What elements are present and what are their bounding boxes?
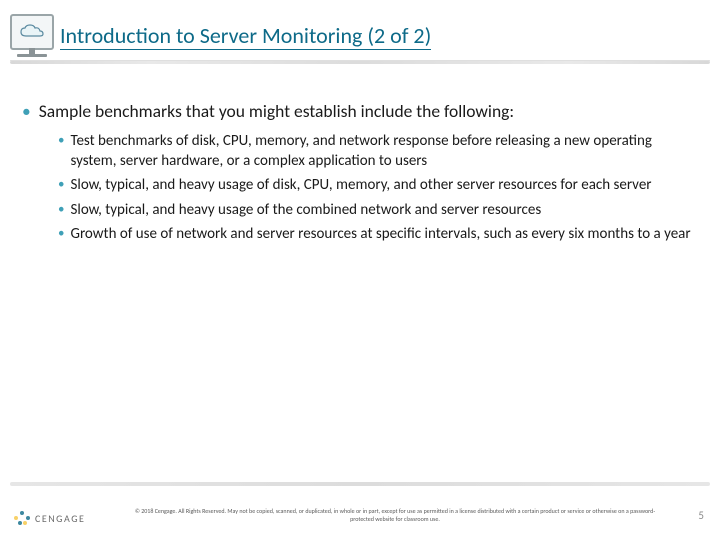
sub-bullet-list: • Test benchmarks of disk, CPU, memory, …	[22, 131, 698, 244]
list-item-text: Slow, typical, and heavy usage of the co…	[70, 200, 698, 220]
slide-header: Introduction to Server Monitoring (2 of …	[0, 0, 720, 50]
slide-body: • Sample benchmarks that you might estab…	[0, 64, 720, 244]
lead-bullet: • Sample benchmarks that you might estab…	[22, 100, 698, 123]
slide: Introduction to Server Monitoring (2 of …	[0, 0, 720, 540]
list-item-text: Test benchmarks of disk, CPU, memory, an…	[70, 131, 698, 172]
page-number: 5	[698, 509, 704, 522]
bullet-icon: •	[58, 131, 64, 151]
slide-footer: CENGAGE © 2018 Cengage. All Rights Reser…	[0, 482, 720, 540]
footer-divider	[10, 482, 710, 486]
brand-name: CENGAGE	[35, 512, 85, 525]
bullet-icon: •	[58, 224, 64, 244]
bullet-icon: •	[22, 100, 31, 123]
list-item: • Growth of use of network and server re…	[58, 224, 698, 244]
list-item-text: Slow, typical, and heavy usage of disk, …	[70, 175, 698, 195]
list-item: • Slow, typical, and heavy usage of the …	[58, 200, 698, 220]
brand-logo: CENGAGE	[14, 510, 85, 526]
cloud-monitor-icon	[10, 14, 54, 50]
bullet-icon: •	[58, 200, 64, 220]
lead-text: Sample benchmarks that you might establi…	[39, 100, 514, 122]
copyright-text: © 2018 Cengage. All Rights Reserved. May…	[130, 508, 660, 524]
bullet-icon: •	[58, 175, 64, 195]
slide-title: Introduction to Server Monitoring (2 of …	[60, 25, 431, 50]
list-item-text: Growth of use of network and server reso…	[70, 224, 698, 244]
burst-icon	[14, 510, 30, 526]
list-item: • Slow, typical, and heavy usage of disk…	[58, 175, 698, 195]
list-item: • Test benchmarks of disk, CPU, memory, …	[58, 131, 698, 172]
